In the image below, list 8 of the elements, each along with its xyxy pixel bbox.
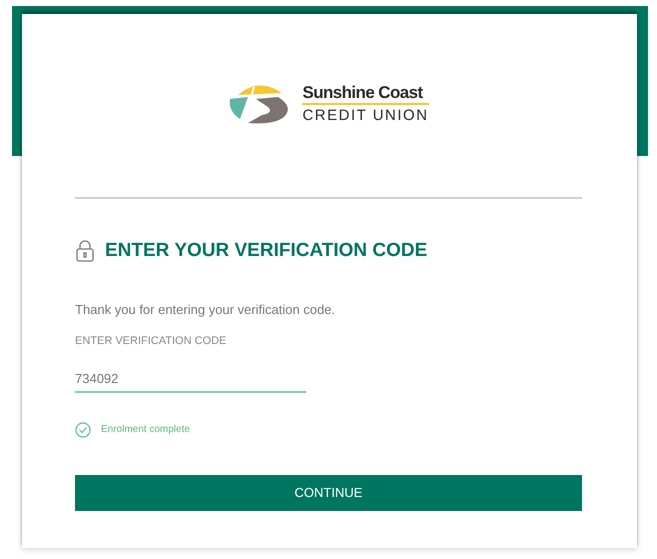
status-message: Enrolment complete — [101, 423, 190, 437]
continue-button[interactable]: CONTINUE — [75, 474, 582, 510]
info-message: Thank you for entering your verification code. — [75, 300, 336, 319]
page-heading: ENTER YOUR VERIFICATION CODE — [105, 239, 428, 263]
field-label: ENTER VERIFICATION CODE — [75, 334, 228, 349]
logo-subtitle: CREDIT UNION — [302, 108, 429, 122]
logo-title: Sunshine Coast — [302, 84, 429, 104]
code-input-field[interactable]: 734092 — [75, 366, 306, 392]
